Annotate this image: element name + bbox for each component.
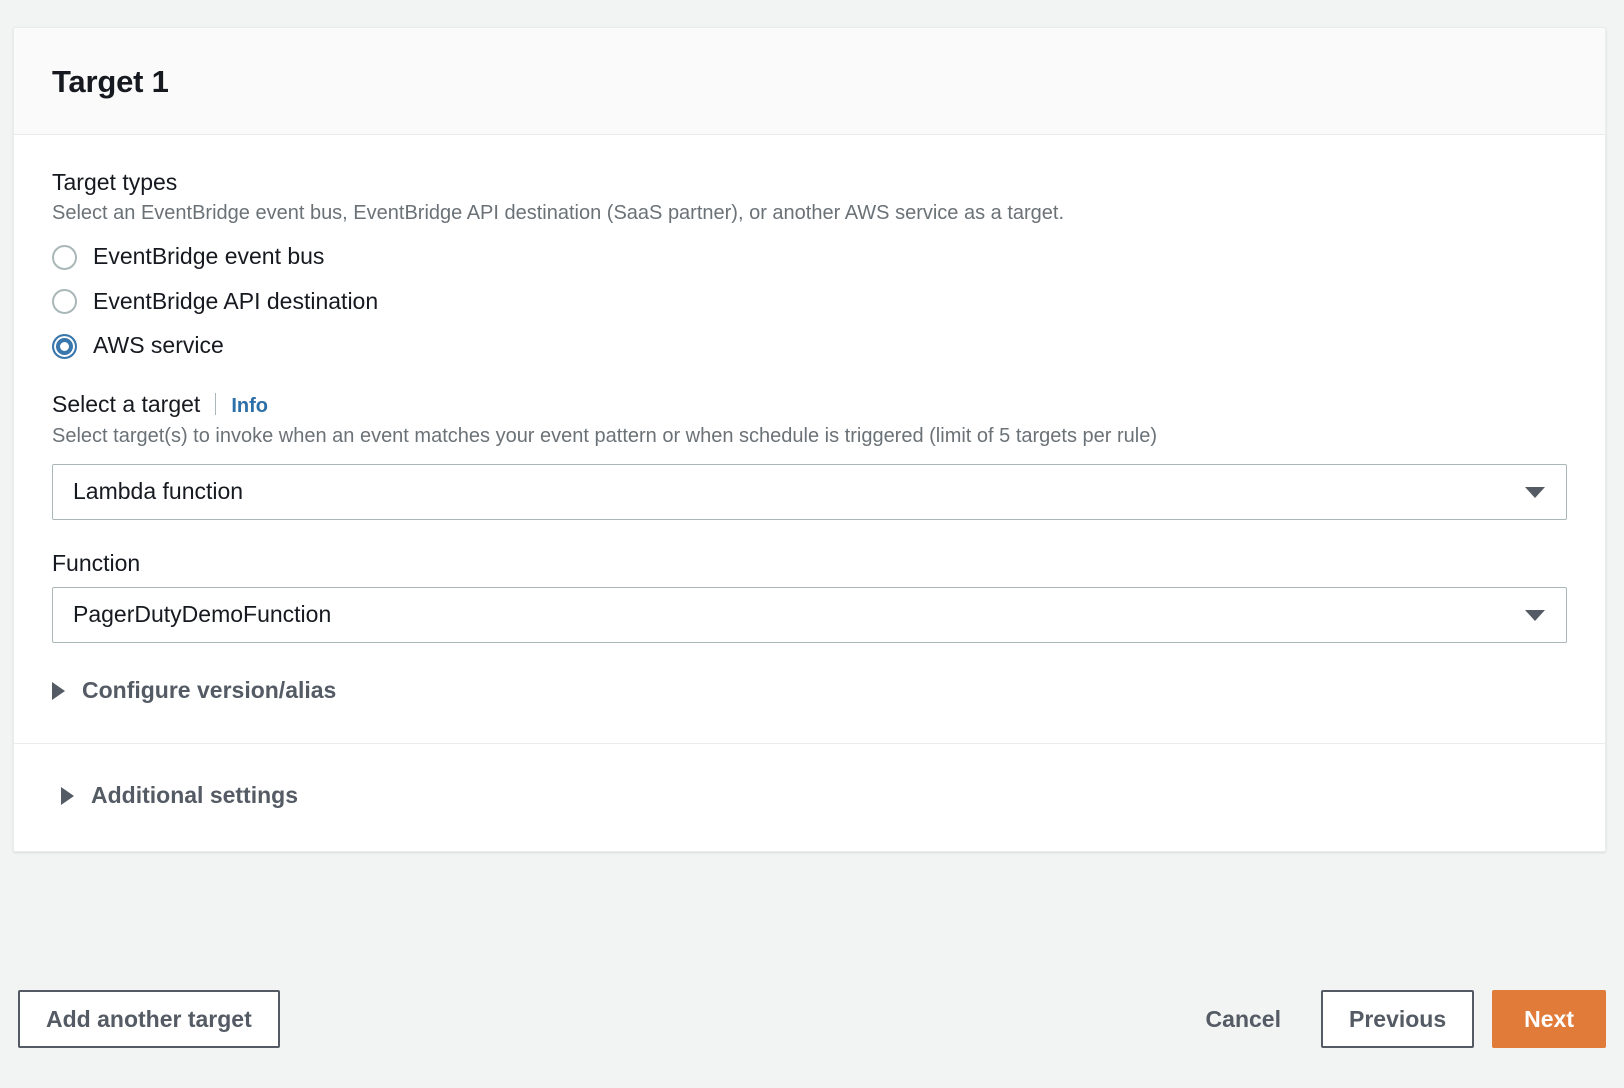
footer-left-group: Add another target [18,990,280,1048]
expandable-additional-settings[interactable]: Additional settings [61,782,1567,810]
target-types-heading: Target types [52,169,1567,197]
function-label: Function [52,550,1567,578]
target-card: Target 1 Target types Select an EventBri… [13,27,1606,852]
radio-eventbridge-api-destination[interactable]: EventBridge API destination [52,288,1567,316]
function-select-value: PagerDutyDemoFunction [73,601,331,629]
next-button[interactable]: Next [1492,990,1606,1048]
select-target-section: Select a target Info Select target(s) to… [52,390,1567,520]
chevron-down-icon [1525,610,1545,621]
radio-selected-icon [52,334,77,359]
radio-label: EventBridge API destination [93,288,378,316]
radio-eventbridge-event-bus[interactable]: EventBridge event bus [52,243,1567,271]
select-target-label-row: Select a target Info [52,390,1567,419]
triangle-right-icon [52,682,65,700]
function-section: Function PagerDutyDemoFunction [52,550,1567,644]
target-types-section: Target types Select an EventBridge event… [52,169,1567,360]
select-target-description: Select target(s) to invoke when an event… [52,423,1567,450]
radio-aws-service[interactable]: AWS service [52,332,1567,360]
expandable-configure-version-alias[interactable]: Configure version/alias [52,677,1567,705]
radio-label: EventBridge event bus [93,243,324,271]
radio-icon [52,289,77,314]
function-select[interactable]: PagerDutyDemoFunction [52,587,1567,643]
previous-button[interactable]: Previous [1321,990,1474,1048]
radio-icon [52,245,77,270]
expandable-label: Additional settings [91,782,298,810]
expandable-label: Configure version/alias [82,677,336,705]
additional-settings-row: Additional settings [52,744,1567,810]
footer-actions: Add another target Cancel Previous Next [0,950,1624,1088]
triangle-right-icon [61,787,74,805]
target-types-radio-group[interactable]: EventBridge event bus EventBridge API de… [52,243,1567,360]
target-select[interactable]: Lambda function [52,464,1567,520]
configure-version-alias-row: Configure version/alias [52,677,1567,705]
add-another-target-button[interactable]: Add another target [18,990,280,1048]
select-target-heading: Select a target [52,391,200,419]
page-title: Target 1 [52,64,1567,100]
radio-label: AWS service [93,332,224,360]
label-divider [215,393,216,415]
chevron-down-icon [1525,487,1545,498]
target-select-value: Lambda function [73,478,243,506]
card-body: Target types Select an EventBridge event… [14,135,1605,852]
info-link[interactable]: Info [231,394,268,418]
cancel-button[interactable]: Cancel [1178,990,1309,1048]
target-configuration-page: Target 1 Target types Select an EventBri… [0,0,1624,1088]
footer-right-group: Cancel Previous Next [1178,990,1606,1048]
target-types-description: Select an EventBridge event bus, EventBr… [52,200,1567,227]
card-header: Target 1 [14,28,1605,135]
